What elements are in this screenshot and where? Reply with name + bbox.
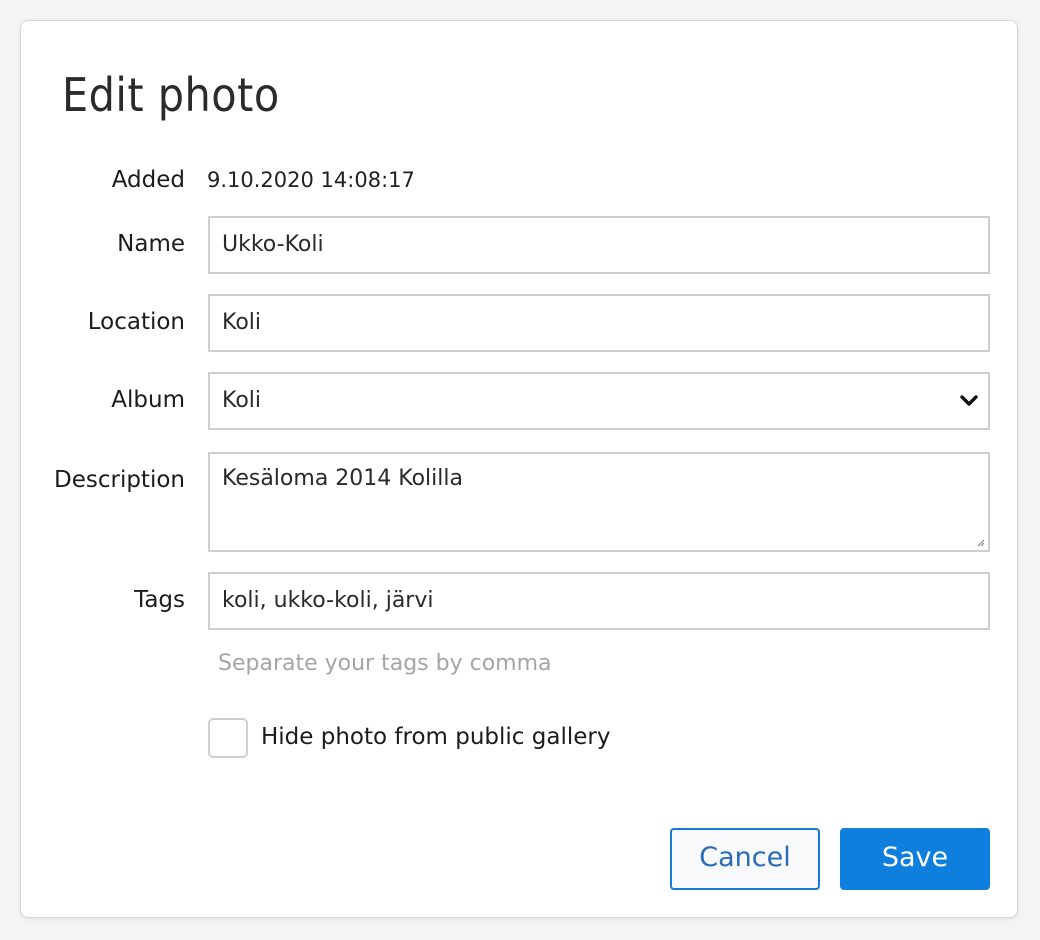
name-input-value: Ukko-Koli	[222, 232, 324, 257]
dialog-title: Edit photo	[62, 68, 280, 122]
location-input[interactable]: Koli	[208, 294, 990, 352]
location-input-value: Koli	[222, 310, 262, 335]
name-label: Name	[117, 231, 185, 257]
chevron-down-icon	[960, 395, 978, 406]
tags-input[interactable]: koli, ukko-koli, järvi	[208, 572, 990, 630]
album-select[interactable]: Koli	[208, 372, 990, 430]
save-button[interactable]: Save	[840, 828, 990, 890]
added-label: Added	[111, 167, 185, 193]
location-label: Location	[87, 309, 185, 335]
album-label: Album	[111, 387, 185, 413]
hide-from-gallery-label[interactable]: Hide photo from public gallery	[261, 721, 610, 753]
name-input[interactable]: Ukko-Koli	[208, 216, 990, 274]
hide-from-gallery-checkbox[interactable]	[208, 718, 248, 758]
tags-label: Tags	[134, 587, 185, 613]
tags-input-value: koli, ukko-koli, järvi	[222, 588, 434, 613]
description-textarea[interactable]: Kesäloma 2014 Kolilla	[208, 452, 990, 552]
added-value: 9.10.2020 14:08:17	[207, 168, 415, 192]
resize-grip-icon[interactable]	[977, 539, 985, 547]
album-select-value: Koli	[222, 388, 262, 413]
cancel-button[interactable]: Cancel	[670, 828, 820, 890]
description-textarea-value: Kesäloma 2014 Kolilla	[222, 466, 463, 491]
description-label: Description	[54, 467, 185, 493]
tags-hint: Separate your tags by comma	[218, 651, 552, 676]
edit-photo-dialog: Edit photo Added 9.10.2020 14:08:17 Name…	[20, 20, 1018, 918]
